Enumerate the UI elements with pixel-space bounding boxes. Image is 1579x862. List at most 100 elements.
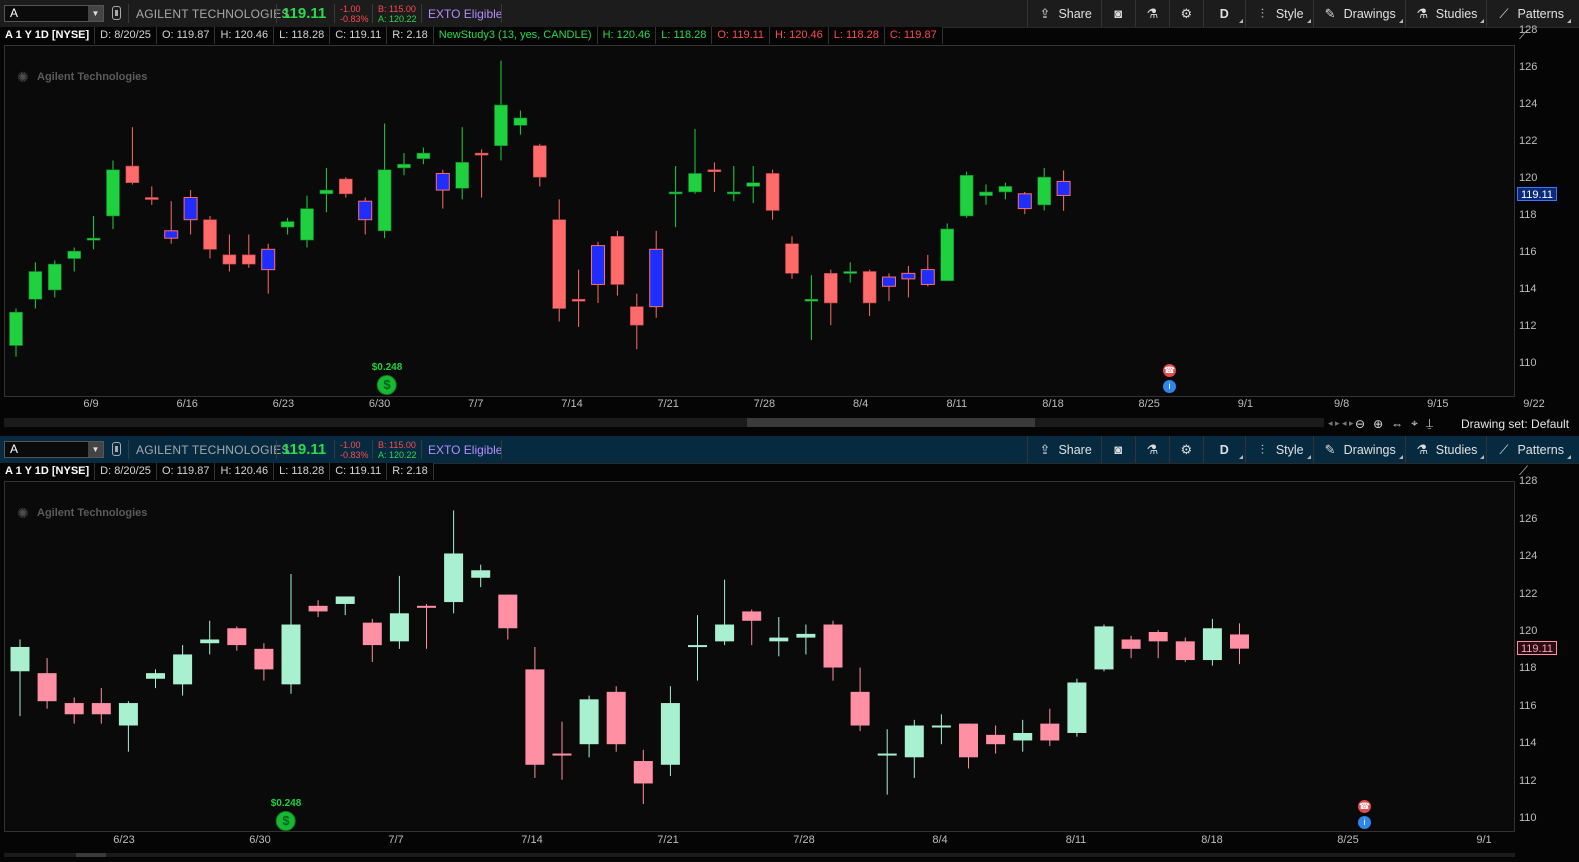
style-label: Style (1275, 442, 1304, 457)
candle-body (91, 703, 111, 715)
link-icon[interactable] (112, 6, 121, 20)
price-axis[interactable]: 110 112 114 116 118 120 122 124 126 128 (1515, 475, 1579, 832)
last-price-tag: 119.11 (1517, 640, 1557, 655)
chart-toolbar: A ▼ AGILENT TECHNOLOGIES 119.11 -1.00 -0… (0, 0, 1579, 28)
corner-arrow-icon (1567, 19, 1571, 23)
share-button[interactable]: ⇪ Share (1027, 0, 1100, 27)
info-low: L: 118.28 (274, 463, 331, 480)
info-bulb-icon[interactable]: i (1358, 816, 1371, 829)
corner-arrow-icon (1567, 455, 1571, 459)
settings-button[interactable]: ⚙ (1168, 436, 1203, 463)
candle-body (796, 633, 816, 638)
style-button[interactable]: ⫶ Style (1244, 436, 1313, 463)
candle (86, 216, 101, 250)
studies-button[interactable]: ⚗ Studies (1404, 0, 1487, 27)
snapshot-button[interactable]: ◙ (1100, 436, 1135, 463)
drawing-set-label[interactable]: Drawing set: Default (1461, 417, 1569, 431)
studies-label: Studies (1435, 6, 1478, 21)
crosshair-icon[interactable]: ⌖ (1411, 416, 1418, 431)
drawings-button[interactable]: ✎ Drawings (1312, 0, 1405, 27)
date-tick-label: 7/14 (561, 398, 583, 410)
date-tick-label: 6/23 (272, 398, 295, 410)
candle-body (571, 298, 586, 302)
symbol-input[interactable]: A ▼ (4, 441, 104, 458)
period-button[interactable]: D (1202, 0, 1245, 27)
candle (862, 269, 877, 316)
candle-body (261, 248, 276, 271)
dividend-marker[interactable]: $0.248 $ (372, 362, 402, 395)
patterns-label: Patterns (1517, 442, 1564, 457)
date-tick-label: 8/11 (1065, 834, 1087, 846)
time-axis[interactable]: 6/9 6/16 6/23 6/30 7/7 7/14 7/21 7/28 8/4 8/11 8/1… (4, 398, 1544, 414)
patterns-button[interactable]: ⟋ Patterns (1486, 0, 1573, 27)
period-label: D (1219, 6, 1229, 21)
toolbar-actions: ⇪ Share ◙ ⚗ ⚙ D ⫶ Style ✎ Drawings ⚗ Studies… (1027, 436, 1573, 463)
info-close: C: 119.11 (330, 27, 388, 44)
scroll-thumb[interactable] (76, 853, 106, 857)
scroll-thumb[interactable] (747, 418, 1035, 427)
dividend-marker[interactable]: $0.248 $ (271, 798, 301, 831)
divider (334, 440, 335, 459)
zoom-controls: ⊖ ⊕ ⇔ ⌖ ⍊ (1355, 416, 1433, 431)
link-icon[interactable] (112, 442, 121, 456)
chart-title[interactable]: A 1 Y 1D [NYSE] (0, 27, 96, 44)
chart-title[interactable]: A 1 Y 1D [NYSE] (0, 463, 96, 480)
price-tick-label: 120 (1519, 172, 1538, 184)
candle (164, 201, 179, 244)
candle-body (877, 753, 897, 756)
price-chart[interactable]: ✺ Agilent Technologies $0.248 $ ☎ i (4, 481, 1515, 832)
studies-button[interactable]: ⚗ Studies (1404, 436, 1487, 463)
earnings-icon[interactable]: ☎ (1358, 800, 1371, 813)
price-tick-label: 126 (1519, 512, 1538, 525)
candle-body (1013, 732, 1033, 741)
drawings-button[interactable]: ✎ Drawings (1312, 436, 1405, 463)
price-chart[interactable]: ✺ Agilent Technologies $0.248 $ ☎ i (4, 45, 1515, 397)
time-axis[interactable]: 6/23 6/30 7/7 7/14 7/21 7/28 8/4 8/11 8/18 8/25 9/… (4, 834, 1515, 850)
settings-button[interactable]: ⚙ (1168, 0, 1203, 27)
candle (242, 234, 256, 268)
study-name[interactable]: NewStudy3 (13, yes, CANDLE) (434, 27, 598, 44)
share-button[interactable]: ⇪ Share (1027, 436, 1100, 463)
candle-body (242, 254, 256, 265)
drawing-tool-icon[interactable]: ⍊ (1426, 416, 1433, 431)
lab-button[interactable]: ⚗ (1134, 0, 1169, 27)
toolbar-actions: ⇪ Share ◙ ⚗ ⚙ D ⫶ Style ✎ Drawings ⚗ Studies… (1027, 0, 1573, 27)
date-tick-label: 7/21 (657, 834, 679, 846)
candle-body (118, 703, 138, 726)
zoom-out-icon[interactable]: ⊖ (1355, 417, 1365, 431)
chevron-down-icon[interactable]: ▼ (88, 6, 103, 21)
candle-body (610, 236, 625, 285)
price-tick-label: 116 (1519, 246, 1537, 258)
candle (513, 110, 528, 135)
scroll-arrows-icon[interactable]: ◂ ▸ ◂ ▸ (1328, 418, 1354, 429)
horizontal-scrollbar[interactable] (4, 853, 1515, 857)
period-button[interactable]: D (1202, 436, 1245, 463)
candle (173, 645, 193, 696)
horizontal-scrollbar[interactable] (4, 418, 1324, 427)
snapshot-button[interactable]: ◙ (1100, 0, 1135, 27)
candle (1040, 708, 1060, 747)
price-tick-label: 110 (1519, 812, 1537, 824)
lab-button[interactable]: ⚗ (1134, 436, 1169, 463)
info-bulb-icon[interactable]: i (1163, 380, 1176, 393)
candle (726, 166, 741, 202)
style-button[interactable]: ⫶ Style (1244, 0, 1313, 27)
price-axis[interactable]: 110 112 114 116 118 120 122 124 126 128 (1515, 24, 1579, 397)
earnings-icon[interactable]: ☎ (1163, 364, 1176, 377)
candle (606, 686, 626, 752)
price-tick-label: 110 (1519, 357, 1537, 369)
bid-ask: B: 115.00 A: 120.22 (378, 4, 417, 24)
candle-body (335, 596, 355, 604)
price-tick-label: 116 (1519, 699, 1537, 712)
chart-info-bar: A 1 Y 1D [NYSE] D: 8/20/25 O: 119.87 H: … (0, 27, 943, 44)
candle (37, 658, 57, 709)
patterns-button[interactable]: ⟋ Patterns (1486, 436, 1573, 463)
chevron-down-icon[interactable]: ▼ (88, 442, 103, 457)
last-price-tag: 119.11 (1517, 187, 1557, 202)
zoom-in-icon[interactable]: ⊕ (1373, 417, 1383, 431)
candle (183, 190, 198, 235)
fit-width-icon[interactable]: ⇔ (1391, 417, 1403, 431)
symbol-input[interactable]: A ▼ (4, 5, 104, 22)
candle-body (904, 725, 924, 758)
date-tick-label: 7/28 (753, 398, 776, 410)
